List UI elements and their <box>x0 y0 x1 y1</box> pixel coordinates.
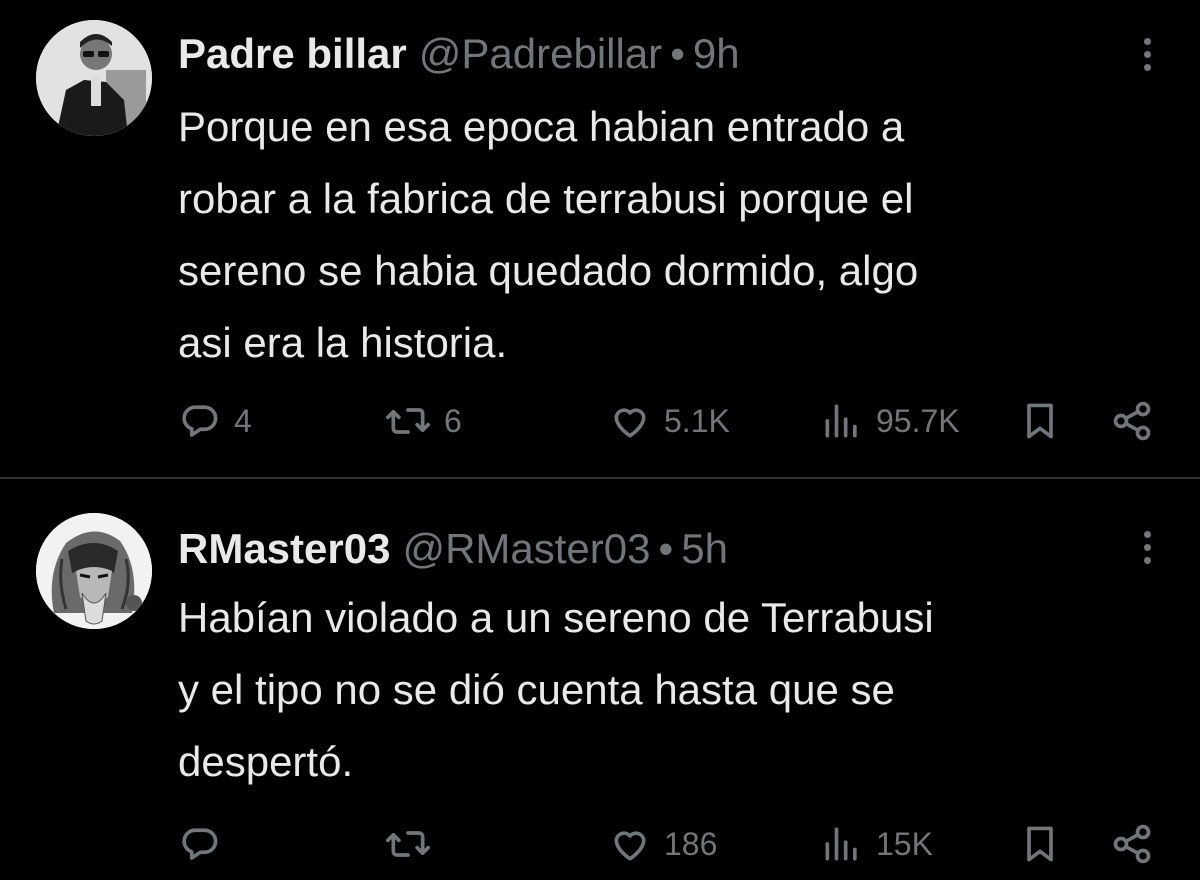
user-handle[interactable]: @RMaster03 <box>402 525 650 572</box>
like-button[interactable]: 186 <box>608 819 717 869</box>
action-bar: 186 15K <box>0 819 1200 869</box>
tweet-text: Porque en esa epoca habian entrado a rob… <box>178 103 919 366</box>
retweet-button[interactable]: 6 <box>384 396 462 446</box>
avatar[interactable] <box>36 20 152 136</box>
tweet[interactable]: Padre billar @Padrebillar • 9h Porque en es… <box>0 0 1200 478</box>
views-button[interactable]: 95.7K <box>820 396 960 446</box>
more-icon[interactable] <box>1142 38 1152 77</box>
separator-dot: • <box>658 525 674 572</box>
views-icon <box>820 399 864 443</box>
tweet-header: RMaster03 @RMaster03 • 5h <box>178 519 728 579</box>
reply-icon <box>178 822 222 866</box>
bookmark-icon <box>1018 822 1062 866</box>
reply-count: 4 <box>234 402 252 439</box>
tweet[interactable]: RMaster03 @RMaster03 • 5h Habían violado a … <box>0 479 1200 880</box>
retweet-icon <box>384 822 432 866</box>
share-button[interactable] <box>1110 396 1154 446</box>
views-button[interactable]: 15K <box>820 819 933 869</box>
share-icon <box>1110 822 1154 866</box>
view-count: 15K <box>876 825 933 862</box>
like-count: 186 <box>664 825 718 862</box>
view-count: 95.7K <box>876 402 960 439</box>
like-icon <box>608 822 652 866</box>
timestamp[interactable]: 9h <box>693 30 740 77</box>
reply-button[interactable] <box>178 819 234 869</box>
display-name[interactable]: Padre billar <box>178 30 407 77</box>
retweet-icon <box>384 399 432 443</box>
avatar[interactable] <box>36 513 152 629</box>
tweet-text: Habían violado a un sereno de Terrabusi … <box>178 594 934 785</box>
action-bar: 4 6 5.1K 95.7K <box>0 396 1200 446</box>
separator-dot: • <box>670 30 685 77</box>
reply-button[interactable]: 4 <box>178 396 252 446</box>
bookmark-button[interactable] <box>1018 819 1062 869</box>
bookmark-icon <box>1018 399 1062 443</box>
views-icon <box>820 822 864 866</box>
user-handle[interactable]: @Padrebillar <box>419 30 662 77</box>
like-icon <box>608 399 652 443</box>
like-count: 5.1K <box>664 402 730 439</box>
bookmark-button[interactable] <box>1018 396 1062 446</box>
retweet-button[interactable] <box>384 819 444 869</box>
display-name[interactable]: RMaster03 <box>178 525 390 572</box>
share-button[interactable] <box>1110 819 1154 869</box>
tweet-header: Padre billar @Padrebillar • 9h <box>178 24 740 84</box>
like-button[interactable]: 5.1K <box>608 396 730 446</box>
timestamp[interactable]: 5h <box>681 525 728 572</box>
retweet-count: 6 <box>444 402 462 439</box>
reply-icon <box>178 399 222 443</box>
more-icon[interactable] <box>1142 531 1152 570</box>
share-icon <box>1110 399 1154 443</box>
